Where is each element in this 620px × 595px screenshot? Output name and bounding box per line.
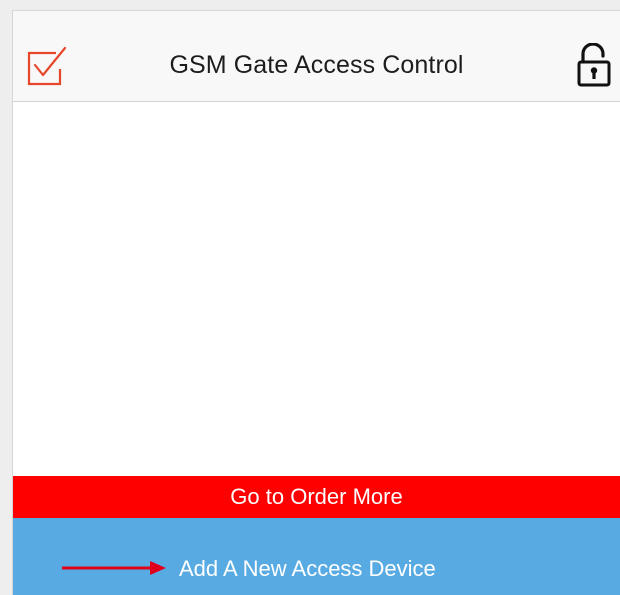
unlock-icon[interactable] xyxy=(576,43,612,87)
order-more-label: Go to Order More xyxy=(230,484,403,509)
navigation-bar: GSM Gate Access Control xyxy=(13,11,620,102)
add-device-button[interactable]: Add A New Access Device xyxy=(13,518,620,595)
app-screen: GSM Gate Access Control Go to Order More… xyxy=(12,10,620,595)
add-device-label: Add A New Access Device xyxy=(179,556,436,581)
device-list-area xyxy=(13,102,620,476)
page-title: GSM Gate Access Control xyxy=(169,51,464,79)
right-arrow-icon xyxy=(62,561,166,575)
order-more-button[interactable]: Go to Order More xyxy=(13,476,620,518)
